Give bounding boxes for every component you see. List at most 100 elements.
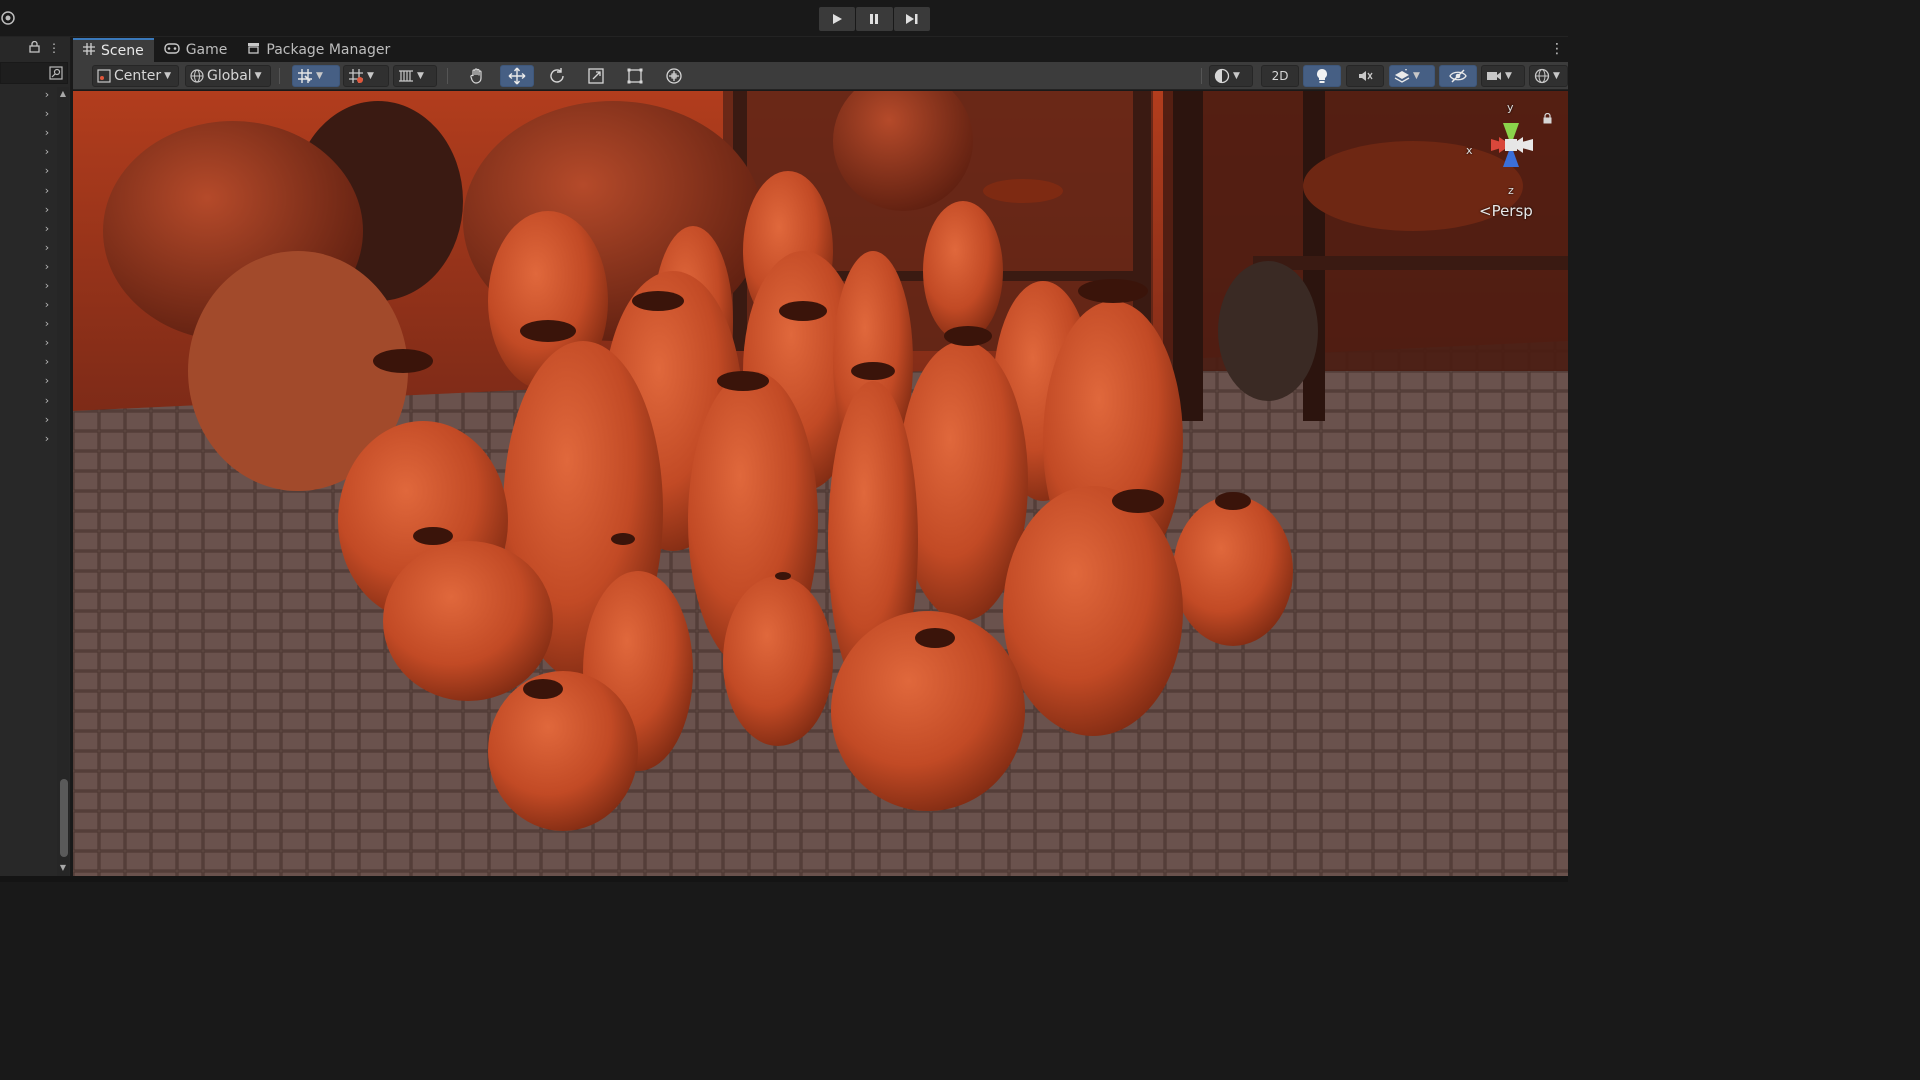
- gizmo-axis-z-label: z: [1508, 184, 1514, 197]
- scene-toolbar: Center ▼ Global ▼ ▼ ▼ ▼ ▼ 2D ▼ ▼ ▼: [73, 62, 1568, 90]
- gizmos-dropdown[interactable]: ▼: [1529, 65, 1568, 87]
- chevron-down-icon: ▼: [1233, 71, 1240, 81]
- grid-snap-icon: [298, 69, 312, 83]
- pivot-rotation-label: Global: [207, 68, 252, 84]
- expand-arrow-icon[interactable]: ›: [40, 314, 54, 333]
- expand-arrow-icon[interactable]: ›: [40, 104, 54, 123]
- draw-mode-dropdown[interactable]: ▼: [1209, 65, 1253, 87]
- tab-game[interactable]: Game: [154, 38, 238, 62]
- search-by-type-icon[interactable]: [47, 64, 65, 82]
- bottom-status-strip: [0, 876, 1568, 882]
- expand-arrow-icon[interactable]: ›: [40, 352, 54, 371]
- package-icon: [247, 42, 260, 58]
- tab-menu-icon[interactable]: ⋮: [1550, 41, 1564, 57]
- toolbar-separator: [447, 68, 448, 84]
- expand-arrow-icon[interactable]: ›: [40, 123, 54, 142]
- expand-arrow-icon[interactable]: ›: [40, 257, 54, 276]
- transform-icon: [666, 68, 682, 84]
- chevron-down-icon: ▼: [254, 71, 262, 81]
- hierarchy-panel: ⋮ › › › › › › › › › › › › › › › › › › › …: [0, 37, 71, 882]
- expand-arrow-icon[interactable]: ›: [40, 371, 54, 390]
- hierarchy-scrollbar[interactable]: [57, 87, 69, 877]
- expand-arrow-icon[interactable]: ›: [40, 161, 54, 180]
- tab-package-manager[interactable]: Package Manager: [237, 38, 400, 62]
- grid-visibility-icon: [399, 70, 413, 82]
- step-button[interactable]: [893, 7, 930, 31]
- scale-tool-button[interactable]: [579, 65, 613, 87]
- scrollbar-thumb[interactable]: [60, 779, 68, 857]
- scene-audio-toggle[interactable]: [1346, 65, 1384, 87]
- lightbulb-icon: [1317, 69, 1327, 83]
- editor-tab-bar: Scene Game Package Manager ⋮: [73, 37, 1568, 62]
- globe-icon: [190, 69, 204, 83]
- expand-arrow-icon[interactable]: ›: [40, 295, 54, 314]
- hierarchy-header: ⋮: [0, 37, 70, 59]
- chevron-down-icon: ▼: [164, 71, 172, 81]
- scene-camera-dropdown[interactable]: ▼: [1481, 65, 1525, 87]
- audio-mute-icon: [1359, 71, 1373, 81]
- expand-arrow-icon[interactable]: ›: [40, 200, 54, 219]
- move-tool-button[interactable]: [500, 65, 534, 87]
- expand-arrow-icon[interactable]: ›: [40, 410, 54, 429]
- expand-arrow-icon[interactable]: ›: [40, 219, 54, 238]
- move-icon: [508, 67, 526, 85]
- tab-label: Package Manager: [266, 42, 391, 58]
- transform-tool-button[interactable]: [657, 65, 691, 87]
- grid-icon: [83, 43, 95, 59]
- hand-tool-button[interactable]: [460, 65, 494, 87]
- gamepad-icon: [163, 42, 180, 58]
- pivot-mode-dropdown[interactable]: Center ▼: [92, 65, 179, 87]
- toggle-2d-button[interactable]: 2D: [1261, 65, 1299, 87]
- chevron-down-icon: ▼: [1413, 71, 1420, 81]
- pivot-mode-label: Center: [114, 68, 162, 84]
- chevron-down-icon: ▼: [1505, 71, 1512, 81]
- expand-arrow-icon[interactable]: ›: [40, 85, 54, 104]
- account-icon[interactable]: [0, 8, 16, 28]
- expand-arrow-icon[interactable]: ›: [40, 391, 54, 410]
- playmode-controls: [819, 7, 931, 31]
- chevron-down-icon: ▼: [367, 71, 374, 81]
- rect-transform-icon: [627, 68, 643, 84]
- expand-arrow-icon[interactable]: ›: [40, 429, 54, 448]
- scene-lighting-toggle[interactable]: [1303, 65, 1341, 87]
- grid-snapping-toggle[interactable]: ▼: [292, 65, 340, 87]
- effects-layers-icon: [1394, 69, 1410, 83]
- gizmo-globe-icon: [1534, 68, 1550, 84]
- toolbar-separator: [279, 68, 280, 84]
- play-button[interactable]: [819, 7, 856, 31]
- scene-effects-dropdown[interactable]: ▼: [1389, 65, 1435, 87]
- expand-arrow-icon[interactable]: ›: [40, 142, 54, 161]
- expand-arrow-icon[interactable]: ›: [40, 238, 54, 257]
- rotate-tool-button[interactable]: [540, 65, 574, 87]
- chevron-down-icon: ▼: [417, 71, 424, 81]
- hidden-eye-icon: [1449, 69, 1467, 83]
- increment-snap-dropdown[interactable]: ▼: [343, 65, 389, 87]
- pause-button[interactable]: [856, 7, 893, 31]
- expand-arrow-icon[interactable]: ›: [40, 276, 54, 295]
- expand-arrow-icon[interactable]: ›: [40, 333, 54, 352]
- scroll-down-icon[interactable]: ▼: [58, 862, 68, 872]
- tab-label: Game: [185, 42, 228, 58]
- gizmo-axis-x-label: x: [1466, 144, 1473, 157]
- tab-scene[interactable]: Scene: [73, 38, 154, 62]
- shading-sphere-icon: [1214, 68, 1230, 84]
- chevron-down-icon: ▼: [316, 71, 323, 81]
- toggle-2d-label: 2D: [1271, 69, 1289, 83]
- hierarchy-search-input[interactable]: [0, 62, 68, 84]
- top-play-bar: [0, 0, 1568, 37]
- pivot-rotation-dropdown[interactable]: Global ▼: [185, 65, 271, 87]
- rect-tool-button[interactable]: [618, 65, 652, 87]
- projection-toggle-label[interactable]: <Persp: [1479, 202, 1533, 220]
- gizmo-lock-icon[interactable]: [1543, 109, 1552, 128]
- pivot-center-icon: [97, 69, 111, 83]
- hierarchy-tree: › › › › › › › › › › › › › › › › › › ›: [40, 85, 54, 448]
- scene-visibility-toggle[interactable]: [1439, 65, 1477, 87]
- lock-icon[interactable]: [29, 40, 40, 56]
- kebab-menu-icon[interactable]: ⋮: [48, 41, 60, 55]
- scroll-up-icon[interactable]: ▲: [58, 88, 68, 98]
- scene-viewport[interactable]: y x z <Persp: [73, 91, 1568, 876]
- expand-arrow-icon[interactable]: ›: [40, 180, 54, 199]
- grid-visibility-dropdown[interactable]: ▼: [393, 65, 437, 87]
- scale-icon: [588, 68, 604, 84]
- pause-icon: [870, 14, 879, 24]
